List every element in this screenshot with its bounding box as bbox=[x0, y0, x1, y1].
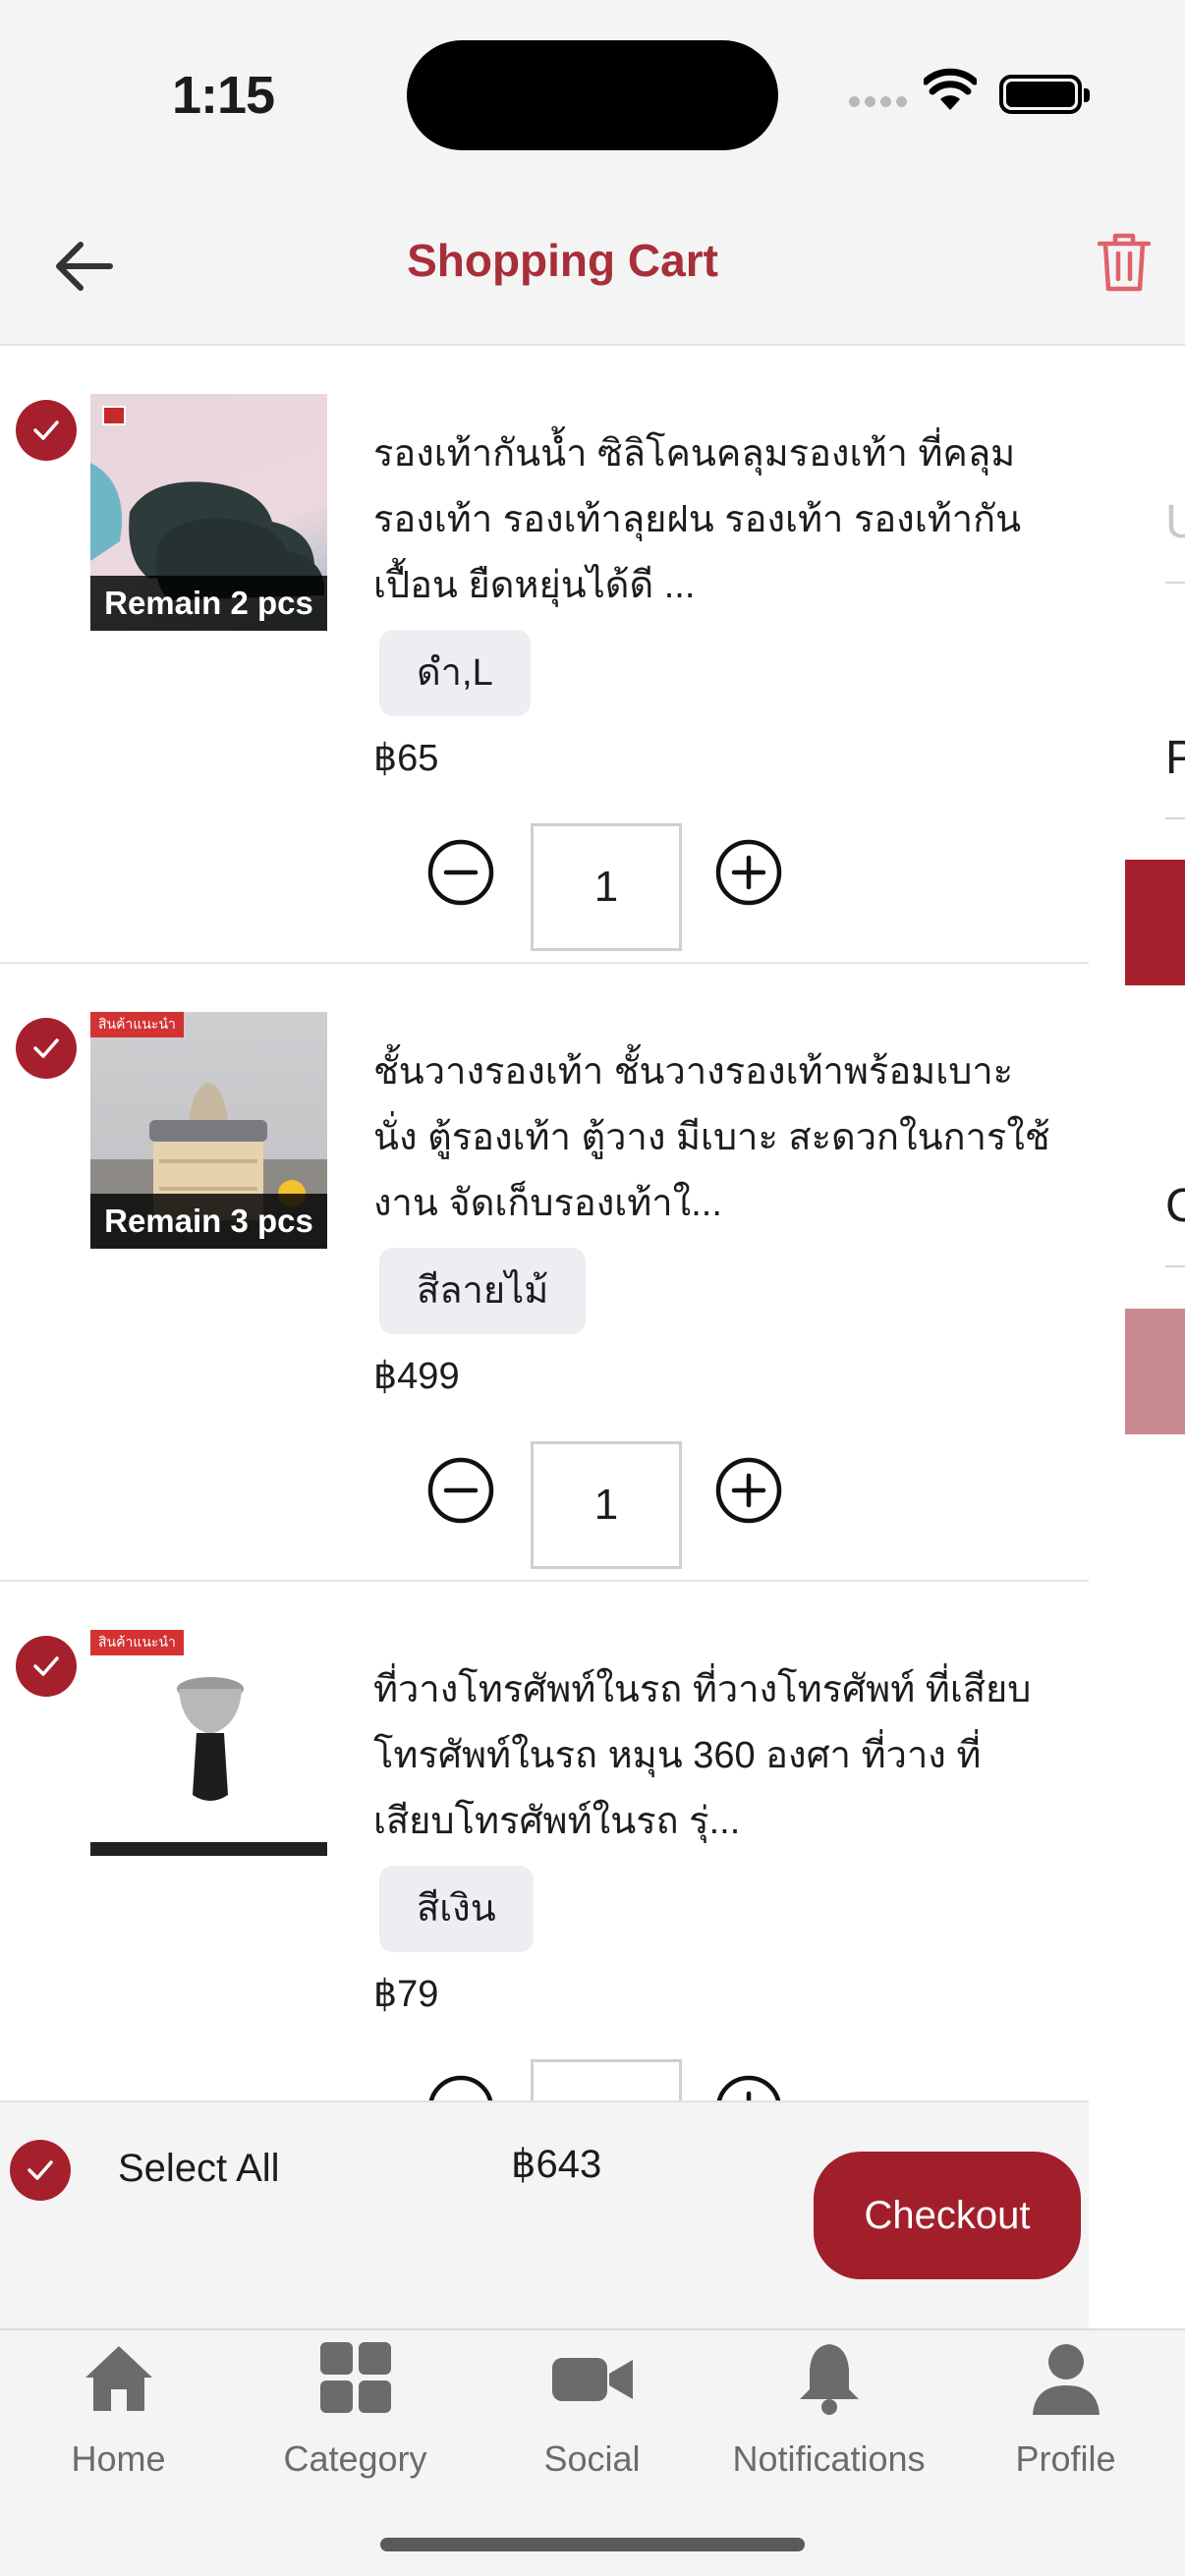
quantity-input[interactable]: 1 bbox=[531, 1441, 682, 1569]
cart-list: Remain 2 pcs รองเท้ากันน้ำ ซิลิโคนคลุมรอ… bbox=[0, 346, 1089, 2100]
side-panel-button[interactable] bbox=[1125, 1309, 1185, 1434]
status-time: 1:15 bbox=[172, 66, 275, 125]
tab-category[interactable]: Category bbox=[237, 2330, 474, 2527]
product-image[interactable]: Remain 2 pcs bbox=[90, 394, 327, 631]
home-icon bbox=[85, 2346, 152, 2411]
product-price: ฿499 bbox=[373, 1356, 460, 1397]
remaining-stock-label: Remain 2 pcs bbox=[90, 576, 327, 631]
minus-circle-icon[interactable] bbox=[425, 837, 496, 908]
remaining-stock-label: Remain 3 pcs bbox=[90, 1194, 327, 1249]
bell-icon bbox=[799, 2344, 859, 2415]
home-indicator[interactable] bbox=[380, 2538, 805, 2551]
tab-home[interactable]: Home bbox=[0, 2330, 237, 2527]
variant-chip[interactable]: สีเงิน bbox=[379, 1866, 534, 1952]
tab-label: Category bbox=[283, 2438, 427, 2479]
divider bbox=[1165, 1265, 1185, 1267]
checkmark-icon bbox=[33, 1656, 59, 1676]
side-panel-button[interactable] bbox=[1125, 860, 1185, 985]
product-price: ฿65 bbox=[373, 738, 439, 779]
divider bbox=[1165, 817, 1185, 819]
product-photo-phone-holder bbox=[90, 1677, 327, 1856]
checkmark-icon bbox=[28, 2160, 53, 2180]
quantity-input[interactable]: 1 bbox=[531, 823, 682, 951]
brand-logo bbox=[102, 406, 126, 425]
plus-circle-icon[interactable] bbox=[713, 2073, 784, 2100]
checkout-button[interactable]: Checkout bbox=[814, 2152, 1081, 2279]
tab-label: Social bbox=[543, 2438, 641, 2479]
tab-label: Profile bbox=[1015, 2438, 1116, 2479]
side-panel: U P C bbox=[1089, 346, 1185, 2328]
product-name[interactable]: รองเท้ากันน้ำ ซิลิโคนคลุมรองเท้า ที่คลุม… bbox=[373, 421, 1051, 619]
battery-icon bbox=[999, 75, 1090, 114]
tab-profile[interactable]: Profile bbox=[947, 2330, 1184, 2527]
app-header: Shopping Cart bbox=[0, 187, 1185, 346]
divider bbox=[1165, 582, 1185, 584]
checkout-bar: Select All ฿643 Checkout bbox=[0, 2100, 1089, 2328]
total-price: ฿643 bbox=[511, 2143, 602, 2186]
variant-chip[interactable]: ดำ,L bbox=[379, 630, 531, 716]
product-image[interactable]: สินค้าแนะนำ Remain 3 pcs bbox=[90, 1012, 327, 1249]
item-select-checkbox[interactable] bbox=[16, 1018, 77, 1079]
grid-icon bbox=[319, 2342, 391, 2413]
cart-item: Remain 2 pcs รองเท้ากันน้ำ ซิลิโคนคลุมรอ… bbox=[0, 346, 1089, 964]
select-all-checkbox[interactable] bbox=[10, 2140, 71, 2201]
minus-circle-icon[interactable] bbox=[425, 2073, 496, 2100]
trash-icon[interactable] bbox=[1096, 230, 1153, 293]
checkmark-icon bbox=[33, 420, 59, 440]
select-all-label[interactable]: Select All bbox=[118, 2147, 280, 2191]
person-icon bbox=[1032, 2344, 1100, 2415]
cart-item: สินค้าแนะนำ ที่วางโทรศัพท์ในรถ ที่วางโทร… bbox=[0, 1582, 1089, 2100]
product-name[interactable]: ที่วางโทรศัพท์ในรถ ที่วางโทรศัพท์ ที่เสี… bbox=[373, 1657, 1051, 1855]
product-name[interactable]: ชั้นวางรองเท้า ชั้นวางรองเท้าพร้อมเบาะนั… bbox=[373, 1039, 1051, 1237]
tab-label: Home bbox=[71, 2438, 166, 2479]
quantity-input[interactable] bbox=[531, 2059, 682, 2100]
tab-notifications[interactable]: Notifications bbox=[710, 2330, 947, 2527]
side-panel-label: U bbox=[1165, 496, 1185, 548]
recommended-tag: สินค้าแนะนำ bbox=[90, 1012, 184, 1037]
variant-chip[interactable]: สีลายไม้ bbox=[379, 1248, 587, 1334]
tab-social[interactable]: Social bbox=[474, 2330, 710, 2527]
dynamic-island bbox=[407, 40, 778, 150]
minus-circle-icon[interactable] bbox=[425, 1455, 496, 1526]
checkmark-icon bbox=[33, 1038, 59, 1058]
side-panel-label: P bbox=[1165, 732, 1185, 784]
plus-circle-icon[interactable] bbox=[713, 837, 784, 908]
page-title: Shopping Cart bbox=[407, 235, 718, 286]
cart-item: สินค้าแนะนำ Remain 3 pcs ชั้นวางรองเท้า … bbox=[0, 964, 1089, 1582]
cellular-signal-icon bbox=[849, 96, 908, 110]
status-bar: 1:15 bbox=[0, 0, 1185, 187]
product-image[interactable]: สินค้าแนะนำ bbox=[90, 1630, 327, 1867]
tab-label: Notifications bbox=[732, 2438, 926, 2479]
wifi-icon bbox=[924, 68, 977, 110]
product-price: ฿79 bbox=[373, 1974, 439, 2015]
recommended-tag: สินค้าแนะนำ bbox=[90, 1630, 184, 1655]
item-select-checkbox[interactable] bbox=[16, 400, 77, 461]
plus-circle-icon[interactable] bbox=[713, 1455, 784, 1526]
video-camera-icon bbox=[551, 2358, 633, 2401]
item-select-checkbox[interactable] bbox=[16, 1636, 77, 1697]
side-panel-label: C bbox=[1165, 1180, 1185, 1232]
